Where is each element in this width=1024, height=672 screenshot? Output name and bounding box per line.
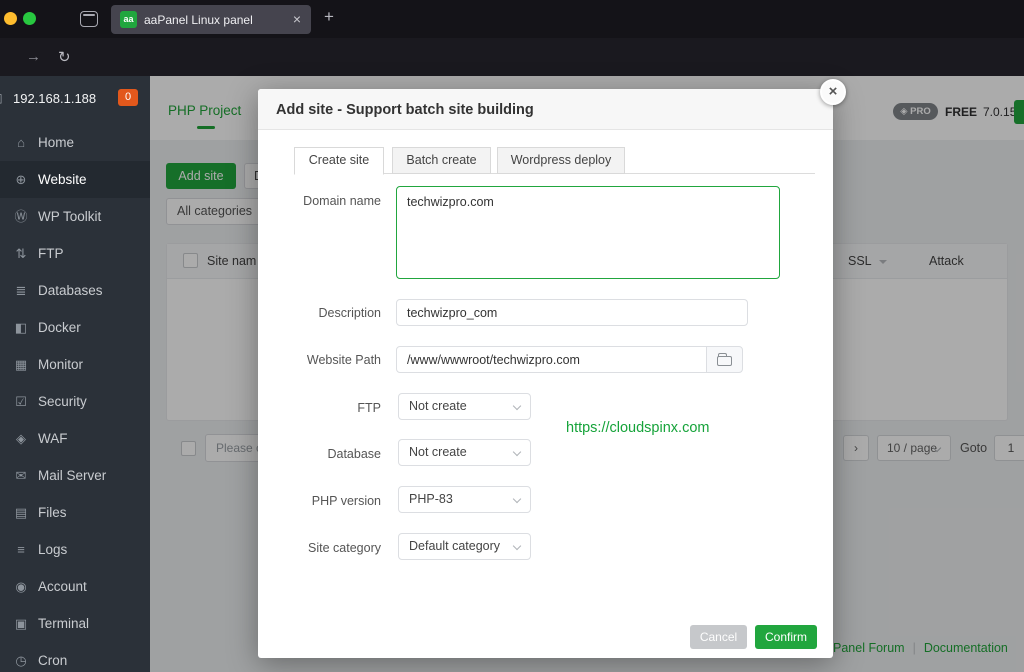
sidebar-menu: ⌂Home ⊕Website ⓌWP Toolkit ⇅ FTP ≣Databas…: [0, 124, 150, 672]
confirm-button[interactable]: Confirm: [755, 625, 817, 649]
sidebar-item-monitor[interactable]: ▦Monitor: [0, 346, 150, 383]
database-select[interactable]: Not create: [398, 439, 531, 466]
sidebar-item-mail-server[interactable]: ✉Mail Server: [0, 457, 150, 494]
chevron-down-icon: [513, 495, 521, 503]
description-label: Description: [271, 306, 381, 320]
sidebar-item-home[interactable]: ⌂Home: [0, 124, 150, 161]
php-version-select[interactable]: PHP-83: [398, 486, 531, 513]
docker-icon: ◧: [13, 309, 29, 346]
site-category-select[interactable]: Default category: [398, 533, 531, 560]
sidebar-item-label: Mail Server: [38, 457, 106, 494]
browser-tab[interactable]: aa aaPanel Linux panel ×: [111, 5, 311, 34]
sidebar-item-website[interactable]: ⊕Website: [0, 161, 150, 198]
sidebar-item-label: Logs: [38, 531, 67, 568]
notification-badge[interactable]: 0: [118, 89, 138, 106]
sidebar-item-label: Website: [38, 161, 87, 198]
tab-close-icon[interactable]: ×: [293, 11, 301, 27]
chevron-down-icon: [513, 542, 521, 550]
tab-batch-create[interactable]: Batch create: [392, 147, 491, 174]
modal-header: Add site - Support batch site building: [258, 89, 833, 130]
screen: aa aaPanel Linux panel × + → ↻ ⇄ https:/…: [0, 0, 1024, 672]
sidebar-item-label: Databases: [38, 272, 103, 309]
new-tab-button[interactable]: +: [324, 7, 334, 27]
tab-create-site[interactable]: Create site: [294, 147, 384, 175]
fullscreen-traffic-light[interactable]: [23, 12, 36, 25]
security-shield-icon: ☑: [13, 383, 29, 420]
logs-icon: ≡: [13, 531, 29, 568]
sidebar-item-label: Docker: [38, 309, 81, 346]
sidebar-item-label: FTP: [38, 235, 64, 272]
sidebar-item-label: Cron: [38, 642, 67, 672]
site-category-value: Default category: [409, 539, 500, 553]
sidebar-item-ftp[interactable]: ⇅ FTP: [0, 235, 150, 272]
user-icon: ◉: [13, 568, 29, 605]
sidebar-item-label: Home: [38, 124, 74, 161]
modal-close-button[interactable]: ×: [820, 79, 846, 105]
ftp-select[interactable]: Not create: [398, 393, 531, 420]
cancel-button[interactable]: Cancel: [690, 625, 747, 649]
sidebar-item-label: Files: [38, 494, 67, 531]
browser-toolbar: → ↻ ⇄ https://192.168.1.188:12924/site/p…: [0, 38, 1024, 76]
database-value: Not create: [409, 445, 467, 459]
sidebar-item-account[interactable]: ◉Account: [0, 568, 150, 605]
browse-path-button[interactable]: [706, 346, 743, 373]
ftp-label: FTP: [271, 401, 381, 415]
home-icon: ⌂: [13, 124, 29, 161]
sidebar-item-label: WP Toolkit: [38, 198, 101, 235]
sidebar-item-label: Terminal: [38, 605, 89, 642]
sidebar-item-label: Security: [38, 383, 87, 420]
chevron-down-icon: [513, 448, 521, 456]
database-label: Database: [271, 447, 381, 461]
sidebar-item-security[interactable]: ☑Security: [0, 383, 150, 420]
php-version-label: PHP version: [271, 494, 381, 508]
folder-icon: ▤: [13, 494, 29, 531]
server-icon: ▯: [0, 91, 3, 105]
aapanel-favicon: aa: [120, 11, 137, 28]
globe-icon: ⊕: [13, 161, 29, 198]
modal-title: Add site - Support batch site building: [276, 102, 534, 118]
sidebar: ▯ 192.168.1.188 0 ⌂Home ⊕Website ⓌWP Too…: [0, 76, 150, 672]
reload-icon[interactable]: ↻: [58, 48, 71, 66]
sidebar-item-label: WAF: [38, 420, 68, 457]
website-path-label: Website Path: [271, 353, 381, 367]
sidebar-item-docker[interactable]: ◧Docker: [0, 309, 150, 346]
browser-tab-bar: aa aaPanel Linux panel × +: [0, 0, 1024, 38]
waf-shield-icon: ◈: [13, 420, 29, 457]
monitor-icon: ▦: [13, 346, 29, 383]
site-category-label: Site category: [271, 541, 381, 555]
sidebar-item-waf[interactable]: ◈ WAF: [0, 420, 150, 457]
sidebar-item-databases[interactable]: ≣Databases: [0, 272, 150, 309]
clock-icon: ◷: [13, 642, 29, 672]
database-icon: ≣: [13, 272, 29, 309]
sidebar-item-cron[interactable]: ◷ Cron: [0, 642, 150, 672]
domain-name-label: Domain name: [271, 194, 381, 208]
chevron-down-icon: [513, 402, 521, 410]
add-site-modal: Add site - Support batch site building C…: [258, 89, 833, 658]
ftp-value: Not create: [409, 399, 467, 413]
php-version-value: PHP-83: [409, 492, 453, 506]
minimize-traffic-light[interactable]: [4, 12, 17, 25]
server-ip: 192.168.1.188: [13, 91, 96, 106]
sidebar-item-terminal[interactable]: ▣Terminal: [0, 605, 150, 642]
firefox-view-icon[interactable]: [80, 11, 98, 27]
sidebar-item-logs[interactable]: ≡ Logs: [0, 531, 150, 568]
forward-icon[interactable]: →: [26, 48, 41, 65]
mail-envelope-icon: ✉: [13, 457, 29, 494]
terminal-icon: ▣: [13, 605, 29, 642]
wordpress-icon: Ⓦ: [13, 198, 29, 235]
tab-title: aaPanel Linux panel: [144, 13, 253, 27]
server-row[interactable]: ▯ 192.168.1.188 0: [0, 88, 150, 110]
cloudspinx-watermark: https://cloudspinx.com: [566, 420, 709, 436]
sidebar-item-label: Account: [38, 568, 87, 605]
description-input[interactable]: [396, 299, 748, 326]
domain-name-textarea[interactable]: techwizpro.com: [396, 186, 780, 279]
sidebar-item-label: Monitor: [38, 346, 83, 383]
sidebar-item-wp-toolkit[interactable]: ⓌWP Toolkit: [0, 198, 150, 235]
ftp-icon: ⇅: [13, 235, 29, 272]
sidebar-item-files[interactable]: ▤ Files: [0, 494, 150, 531]
tab-wordpress-deploy[interactable]: Wordpress deploy: [497, 147, 625, 174]
website-path-input[interactable]: [396, 346, 707, 373]
folder-icon: [717, 356, 732, 366]
